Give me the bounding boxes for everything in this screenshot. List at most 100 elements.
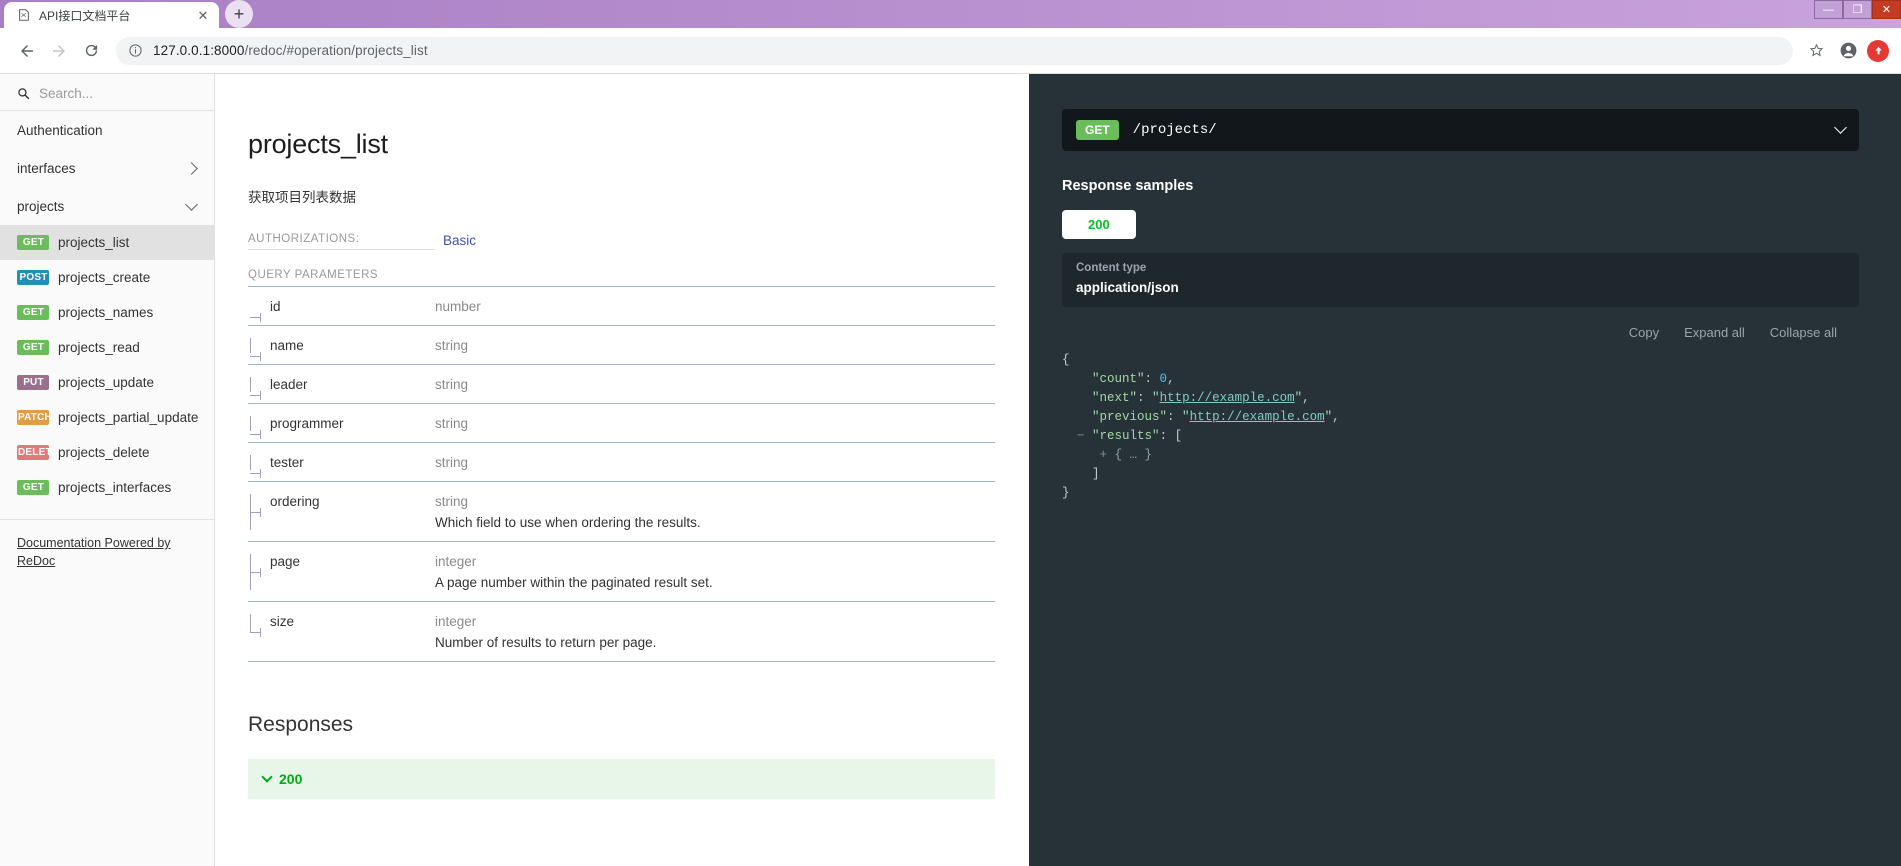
- browser-tab[interactable]: API接口文档平台 ✕: [4, 2, 219, 28]
- sidebar: Authentication interfaces projects GET proj…: [0, 74, 215, 866]
- search-input[interactable]: [39, 86, 198, 101]
- profile-avatar-icon[interactable]: [1835, 38, 1861, 64]
- parameter-type: number: [435, 299, 481, 314]
- sidebar-item-projects_interfaces[interactable]: GET projects_interfaces: [0, 470, 214, 505]
- new-tab-button[interactable]: +: [225, 0, 253, 28]
- json-value-next[interactable]: http://example.com: [1160, 391, 1295, 405]
- back-icon[interactable]: [12, 36, 42, 66]
- content-type-box[interactable]: Content type application/json: [1062, 253, 1859, 307]
- method-badge-patch: PATCH: [17, 410, 49, 425]
- page-title: projects_list: [248, 129, 388, 159]
- sidebar-item-projects_update[interactable]: PUT projects_update: [0, 365, 214, 400]
- parameter-row: programmer string: [248, 404, 995, 443]
- parameter-name-cell: id: [248, 299, 435, 322]
- close-icon[interactable]: ✕: [195, 7, 211, 23]
- sidebar-item-projects_partial_update[interactable]: PATCH projects_partial_update: [0, 400, 214, 435]
- json-results-item-fold: { … }: [1114, 448, 1153, 462]
- parameter-type-cell: string: [435, 338, 995, 353]
- sidebar-item-projects_create[interactable]: POST projects_create: [0, 260, 214, 295]
- responses-title: Responses: [248, 713, 354, 736]
- window-close-button[interactable]: ✕: [1872, 0, 1901, 19]
- authorizations-row: AUTHORIZATIONS: Basic: [248, 233, 995, 250]
- parameter-type: string: [435, 455, 469, 470]
- parameter-type: string: [435, 494, 469, 509]
- sidebar-item-projects_delete[interactable]: DELETE projects_delete: [0, 435, 214, 470]
- sidebar-item-label: projects_read: [58, 340, 140, 355]
- json-close-brace: }: [1062, 486, 1070, 500]
- browser-toolbar: 127.0.0.1:8000/redoc/#operation/projects…: [0, 28, 1901, 74]
- search-row[interactable]: [0, 78, 214, 111]
- parameter-row: ordering string Which field to use when or…: [248, 482, 995, 542]
- sidebar-group-projects[interactable]: projects: [0, 187, 214, 225]
- url-text: 127.0.0.1:8000/redoc/#operation/projects…: [153, 43, 428, 58]
- sidebar-item-projects_list[interactable]: GET projects_list: [0, 225, 214, 260]
- sidebar-item-projects_names[interactable]: GET projects_names: [0, 295, 214, 330]
- parameter-name: name: [270, 338, 304, 353]
- parameter-name-cell: leader: [248, 377, 435, 400]
- tree-tick: [260, 352, 261, 361]
- reload-icon[interactable]: [76, 36, 106, 66]
- browser-titlebar: API接口文档平台 ✕ + — ❐ ✕: [0, 0, 1901, 28]
- parameter-type-cell: number: [435, 299, 995, 314]
- tree-vertical-line: [250, 416, 251, 431]
- chevron-down-icon: [185, 198, 198, 211]
- site-info-icon[interactable]: [128, 43, 144, 59]
- parameter-type-cell: string: [435, 377, 995, 392]
- parameter-name-cell: size: [248, 614, 435, 650]
- method-badge-delete: DELETE: [17, 445, 49, 460]
- parameter-row: name string: [248, 326, 995, 365]
- minimize-button[interactable]: —: [1814, 0, 1843, 19]
- redoc-powered-link[interactable]: Documentation Powered by ReDoc: [17, 536, 171, 568]
- expand-toggle-results-item[interactable]: +: [1100, 448, 1108, 462]
- maximize-button[interactable]: ❐: [1843, 0, 1872, 19]
- right-panel: GET /projects/ Response samples 200 Cont…: [1029, 74, 1901, 866]
- authorizations-value[interactable]: Basic: [435, 233, 476, 250]
- page-body: Authentication interfaces projects GET proj…: [0, 74, 1901, 866]
- parameter-row: tester string: [248, 443, 995, 482]
- json-value-previous[interactable]: http://example.com: [1190, 410, 1325, 424]
- json-close-bracket: ]: [1092, 467, 1100, 481]
- sidebar-group-interfaces[interactable]: interfaces: [0, 149, 214, 187]
- bookmark-star-icon[interactable]: [1803, 38, 1829, 64]
- parameter-type-cell: integer A page number within the paginate…: [435, 554, 995, 590]
- sidebar-item-label: projects_update: [58, 375, 155, 390]
- sidebar-item-label: projects_partial_update: [58, 410, 199, 425]
- parameter-name-cell: programmer: [248, 416, 435, 439]
- main-wrapper: projects_list 获取项目列表数据 AUTHORIZATIONS: B…: [215, 74, 1901, 866]
- sidebar-item-projects_read[interactable]: GET projects_read: [0, 330, 214, 365]
- chevron-down-icon: [261, 771, 273, 783]
- tree-tick: [260, 391, 261, 400]
- parameter-type: integer: [435, 614, 477, 629]
- parameter-row: id number: [248, 287, 995, 326]
- method-badge-get: GET: [17, 340, 49, 355]
- tree-tick: [260, 313, 261, 322]
- chevron-down-icon[interactable]: [1834, 121, 1847, 134]
- query-parameters-table: id number name string leader string programmer…: [248, 287, 995, 662]
- tree-tick: [260, 469, 261, 478]
- sidebar-group-label: interfaces: [17, 161, 76, 176]
- browser-chrome: API接口文档平台 ✕ + — ❐ ✕ 127.0.0.1:8000/redoc…: [0, 0, 1901, 74]
- sidebar-group-authentication[interactable]: Authentication: [0, 111, 214, 149]
- expand-all-button[interactable]: Expand all: [1684, 325, 1745, 340]
- extension-badge-icon[interactable]: [1867, 39, 1889, 62]
- tab-status-200[interactable]: 200: [1062, 210, 1136, 239]
- forward-icon[interactable]: [44, 36, 74, 66]
- sidebar-item-label: projects_interfaces: [58, 480, 172, 495]
- copy-button[interactable]: Copy: [1629, 325, 1659, 340]
- response-200-row[interactable]: 200: [248, 759, 995, 799]
- parameter-type-cell: integer Number of results to return per p…: [435, 614, 995, 650]
- sidebar-item-label: projects_create: [58, 270, 151, 285]
- tab-title: API接口文档平台: [39, 8, 131, 23]
- tab-strip: API接口文档平台 ✕ +: [0, 0, 253, 28]
- endpoint-path: /projects/: [1132, 122, 1217, 138]
- url-path: /redoc/#operation/projects_list: [244, 43, 428, 58]
- address-bar[interactable]: 127.0.0.1:8000/redoc/#operation/projects…: [116, 36, 1793, 65]
- collapse-all-button[interactable]: Collapse all: [1770, 325, 1837, 340]
- window-controls: — ❐ ✕: [1814, 0, 1901, 20]
- collapse-toggle-results[interactable]: −: [1077, 429, 1085, 443]
- tree-tick: [260, 568, 261, 577]
- parameter-name-cell: name: [248, 338, 435, 361]
- query-parameters-label: QUERY PARAMETERS: [248, 269, 995, 287]
- tree-tick: [260, 628, 261, 637]
- endpoint-bar[interactable]: GET /projects/: [1062, 109, 1859, 151]
